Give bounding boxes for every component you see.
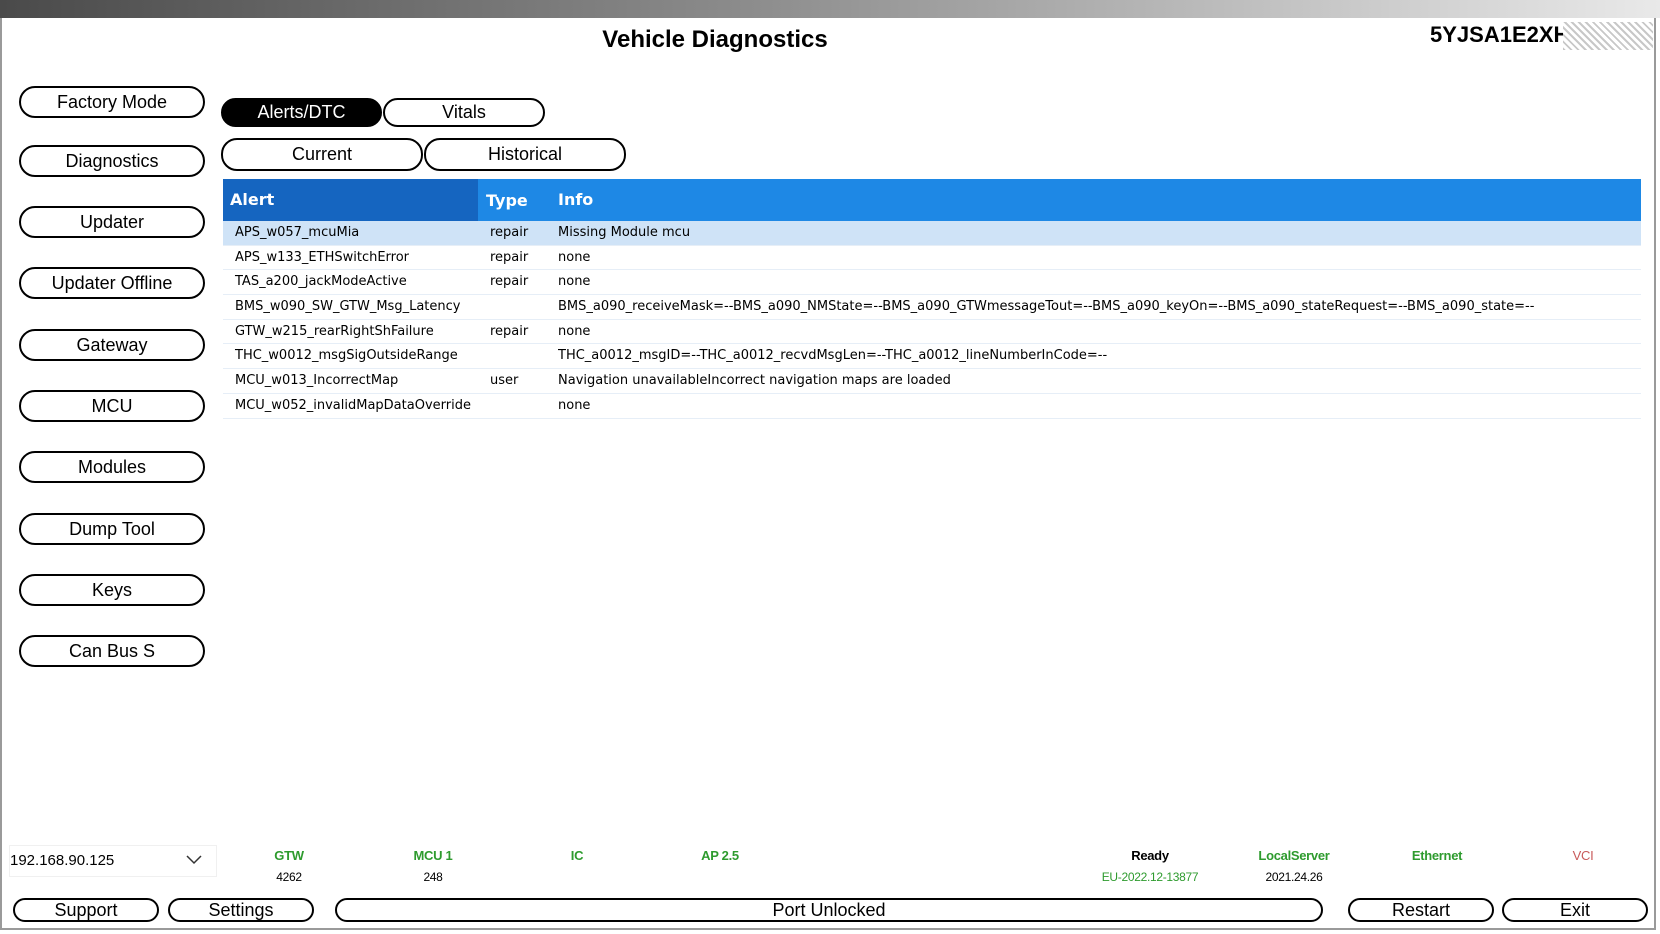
cell-type [478, 394, 558, 418]
status-localserver-label: LocalServer [1258, 848, 1330, 863]
status-ethernet-label: Ethernet [1411, 848, 1463, 863]
cell-type [478, 344, 558, 368]
column-header-alert[interactable]: Alert [223, 179, 478, 221]
status-ready-label: Ready [1131, 848, 1169, 863]
cell-info: Navigation unavailableIncorrect navigati… [558, 373, 951, 389]
sidebar-item-updater-offline[interactable]: Updater Offline [19, 267, 205, 299]
table-row[interactable]: TAS_a200_jackModeActive repair none [223, 270, 1641, 296]
status-mcu-value: 248 [423, 870, 443, 884]
tab-vitals[interactable]: Vitals [383, 98, 545, 127]
cell-type: repair [490, 249, 529, 265]
cell-alert: APS_w057_mcuMia [235, 225, 360, 240]
cell-info: THC_a0012_msgID=--THC_a0012_recvdMsgLen=… [558, 348, 1108, 364]
alerts-table: Alert Type Info APS_w057_mcuMia repair M… [223, 179, 1641, 419]
cell-alert: MCU_w013_IncorrectMap [235, 373, 399, 389]
sidebar-item-modules[interactable]: Modules [19, 451, 205, 483]
status-localserver-value: 2021.24.26 [1265, 870, 1323, 884]
exit-button[interactable]: Exit [1502, 898, 1648, 922]
sidebar-item-can-bus-s[interactable]: Can Bus S [19, 635, 205, 667]
restart-button[interactable]: Restart [1348, 898, 1494, 922]
ip-address-value: 192.168.90.125 [10, 852, 115, 869]
table-row[interactable]: MCU_w052_invalidMapDataOverride none [223, 394, 1641, 419]
chevron-down-icon [186, 855, 202, 865]
column-header-type[interactable]: Type [478, 179, 558, 221]
cell-type [478, 295, 558, 319]
sidebar-item-diagnostics[interactable]: Diagnostics [19, 145, 205, 177]
status-mcu-label: MCU 1 [413, 848, 453, 863]
cell-info: none [558, 249, 591, 265]
status-vci-label: VCI [1572, 848, 1594, 863]
cell-info: none [558, 323, 591, 339]
status-gtw-value: 4262 [276, 870, 302, 884]
cell-alert: GTW_w215_rearRightShFailure [235, 323, 434, 339]
sidebar-item-mcu[interactable]: MCU [19, 390, 205, 422]
port-unlocked-button[interactable]: Port Unlocked [335, 898, 1323, 922]
cell-type: user [490, 373, 519, 389]
cell-type: repair [490, 274, 529, 290]
tab-historical[interactable]: Historical [424, 138, 626, 171]
cell-alert: MCU_w052_invalidMapDataOverride [235, 397, 471, 413]
status-ic-label: IC [570, 848, 584, 863]
table-row[interactable]: APS_w133_ETHSwitchError repair none [223, 246, 1641, 271]
table-row[interactable]: BMS_w090_SW_GTW_Msg_Latency BMS_a090_rec… [223, 295, 1641, 320]
page-title: Vehicle Diagnostics [602, 26, 828, 53]
ip-address-select[interactable]: 192.168.90.125 [9, 845, 217, 877]
cell-info: none [558, 274, 591, 290]
cell-alert: THC_w0012_msgSigOutsideRange [235, 348, 458, 364]
cell-info: Missing Module mcu [558, 225, 691, 240]
table-row[interactable]: GTW_w215_rearRightShFailure repair none [223, 320, 1641, 345]
column-header-info[interactable]: Info [558, 179, 1641, 221]
cell-type: repair [490, 225, 529, 240]
sidebar-item-factory-mode[interactable]: Factory Mode [19, 86, 205, 118]
table-row[interactable]: APS_w057_mcuMia repair Missing Module mc… [223, 221, 1641, 246]
cell-alert: BMS_w090_SW_GTW_Msg_Latency [235, 299, 461, 315]
sidebar-item-dump-tool[interactable]: Dump Tool [19, 513, 205, 545]
vin-redaction [1563, 22, 1653, 50]
tab-alerts-dtc[interactable]: Alerts/DTC [221, 98, 382, 127]
table-row[interactable]: MCU_w013_IncorrectMap user Navigation un… [223, 369, 1641, 394]
cell-type: repair [490, 323, 529, 339]
vin-label: 5YJSA1E2XH [1430, 22, 1570, 47]
support-button[interactable]: Support [13, 898, 159, 922]
sidebar-item-updater[interactable]: Updater [19, 206, 205, 238]
cell-info: BMS_a090_receiveMask=--BMS_a090_NMState=… [558, 299, 1535, 315]
table-row[interactable]: THC_w0012_msgSigOutsideRange THC_a0012_m… [223, 344, 1641, 370]
cell-alert: TAS_a200_jackModeActive [235, 274, 407, 290]
table-header: Alert Type Info [223, 179, 1641, 221]
status-ap-label: AP 2.5 [701, 848, 739, 863]
cell-alert: APS_w133_ETHSwitchError [235, 249, 410, 265]
sidebar-item-keys[interactable]: Keys [19, 574, 205, 606]
cell-info: none [558, 397, 591, 413]
tab-current[interactable]: Current [221, 138, 423, 171]
sidebar-item-gateway[interactable]: Gateway [19, 329, 205, 361]
window-title-bar [0, 0, 1660, 18]
status-ready-value: EU-2022.12-13877 [1101, 870, 1199, 884]
status-gtw-label: GTW [274, 848, 304, 863]
settings-button[interactable]: Settings [168, 898, 314, 922]
